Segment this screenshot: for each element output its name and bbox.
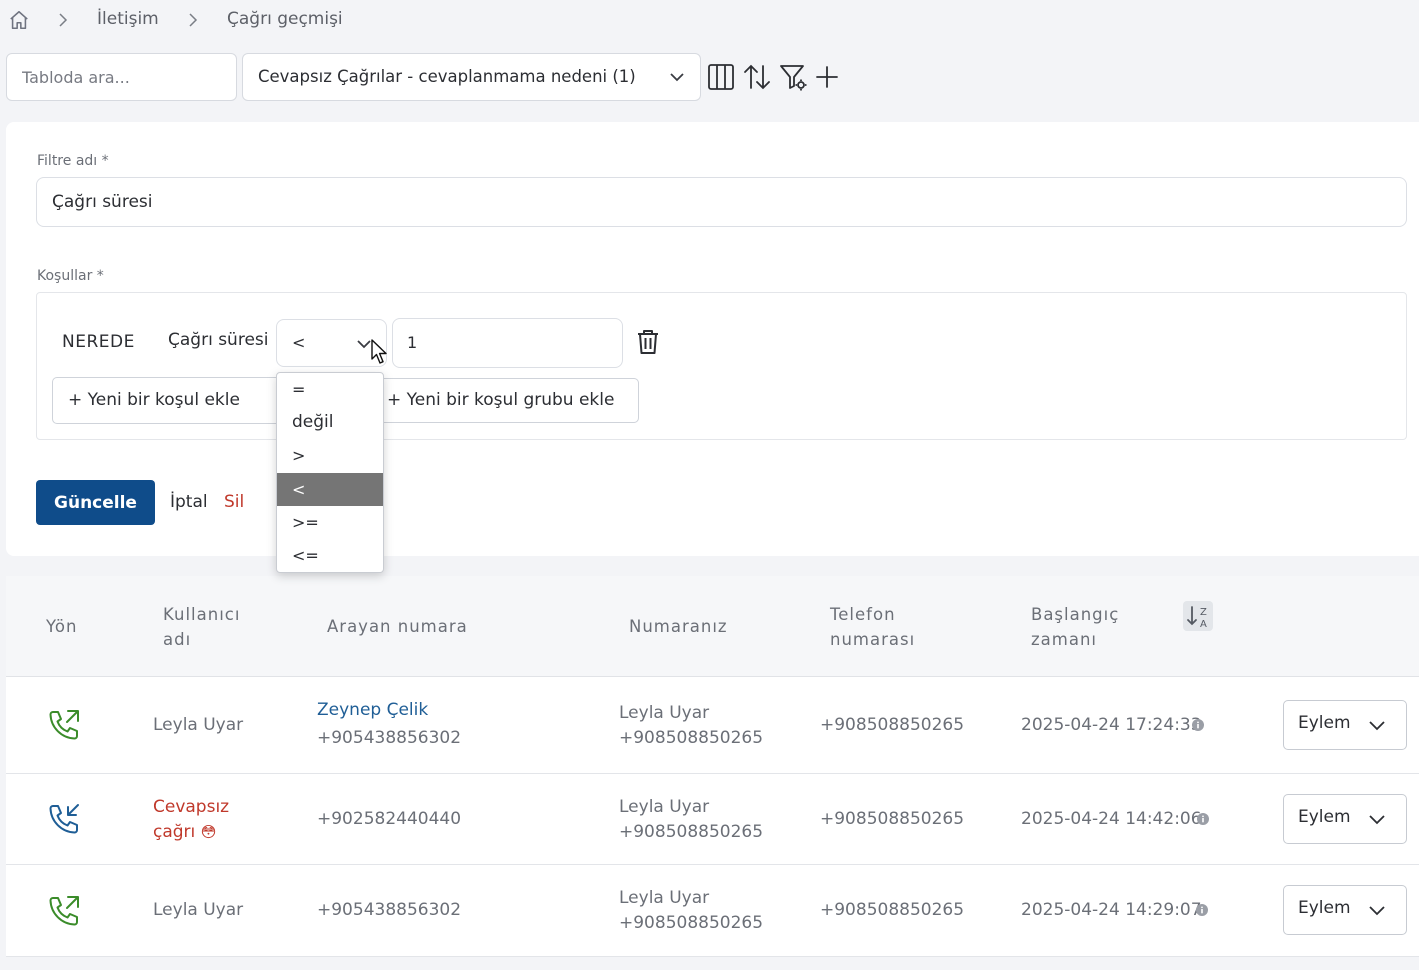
header-direction: Yön bbox=[46, 617, 78, 636]
action-label: Eylem bbox=[1298, 713, 1351, 733]
add-condition-group-label: + Yeni bir koşul grubu ekle bbox=[387, 390, 615, 410]
breadcrumb-item-cagri-gecmisi: Çağrı geçmişi bbox=[227, 9, 343, 29]
chevron-down-icon bbox=[1369, 815, 1385, 825]
chevron-right-icon bbox=[189, 13, 198, 27]
add-condition-group-button[interactable]: + Yeni bir koşul grubu ekle bbox=[372, 378, 639, 423]
operator-option-gte[interactable]: >= bbox=[277, 506, 383, 539]
chevron-down-icon bbox=[1369, 721, 1385, 731]
header-your-number: Numaranız bbox=[629, 617, 728, 636]
chevron-down-icon bbox=[357, 340, 371, 349]
row-phone: +908508850265 bbox=[820, 715, 965, 735]
row-start-time: 2025-04-24 17:24:33 bbox=[1021, 715, 1202, 735]
add-condition-button[interactable]: + Yeni bir koşul ekle bbox=[52, 377, 292, 424]
action-dropdown-button[interactable]: Eylem bbox=[1283, 700, 1407, 750]
operator-option-lt[interactable]: < bbox=[277, 473, 383, 506]
breadcrumb: İletişim Çağrı geçmişi bbox=[0, 0, 700, 42]
operator-select-value: < bbox=[292, 333, 306, 352]
row-phone: +908508850265 bbox=[820, 900, 965, 920]
breadcrumb-item-iletisim[interactable]: İletişim bbox=[97, 9, 159, 29]
row-username-missed: Cevapsız çağrı 😳 bbox=[153, 797, 230, 842]
filter-name-value: Çağrı süresi bbox=[52, 192, 153, 212]
caller-contact-link[interactable]: Zeynep Çelik bbox=[317, 698, 461, 723]
info-icon[interactable] bbox=[1196, 904, 1208, 916]
table-search-box bbox=[6, 53, 237, 101]
filter-name-label: Filtre adı * bbox=[37, 153, 109, 169]
row-your-number: Leyla Uyar +908508850265 bbox=[619, 703, 764, 748]
header-start-time: Başlangıç zamanı bbox=[1031, 605, 1120, 649]
condition-value: 1 bbox=[407, 333, 418, 352]
caller-number: +905438856302 bbox=[317, 728, 462, 748]
columns-icon[interactable] bbox=[706, 62, 736, 92]
row-username: Leyla Uyar bbox=[153, 900, 244, 920]
row-phone: +908508850265 bbox=[820, 809, 965, 829]
operator-option-not[interactable]: değil bbox=[277, 406, 383, 439]
action-dropdown-button[interactable]: Eylem bbox=[1283, 885, 1407, 935]
flushed-face-emoji-icon: 😳 bbox=[200, 823, 217, 841]
operator-option-eq[interactable]: = bbox=[277, 373, 383, 406]
info-icon[interactable] bbox=[1197, 813, 1209, 825]
cancel-button[interactable]: İptal bbox=[170, 492, 208, 512]
condition-field-label[interactable]: Çağrı süresi bbox=[168, 330, 268, 350]
row-username: Leyla Uyar bbox=[153, 715, 244, 735]
svg-text:A: A bbox=[1200, 619, 1207, 630]
filter-settings-icon[interactable] bbox=[778, 62, 808, 92]
row-your-number: Leyla Uyar +908508850265 bbox=[619, 888, 764, 933]
add-condition-label: + Yeni bir koşul ekle bbox=[68, 390, 240, 410]
filter-name-input[interactable]: Çağrı süresi bbox=[36, 177, 1407, 227]
sort-icon[interactable] bbox=[742, 62, 772, 92]
row-your-number: Leyla Uyar +908508850265 bbox=[619, 797, 764, 842]
header-caller-number: Arayan numara bbox=[327, 617, 468, 636]
trash-icon[interactable] bbox=[635, 328, 661, 356]
action-label: Eylem bbox=[1298, 807, 1351, 827]
row-caller: Zeynep Çelik +905438856302 bbox=[317, 698, 461, 751]
row-start-time: 2025-04-24 14:42:06 bbox=[1021, 809, 1202, 829]
outgoing-call-icon bbox=[49, 896, 79, 926]
saved-view-label: Cevapsız Çağrılar - cevaplanmama nedeni … bbox=[258, 67, 636, 86]
row-start-time: 2025-04-24 14:29:07 bbox=[1021, 900, 1202, 920]
update-button[interactable]: Güncelle bbox=[36, 480, 155, 525]
outgoing-call-icon bbox=[49, 710, 79, 740]
cursor-pointer-icon bbox=[371, 339, 387, 364]
action-label: Eylem bbox=[1298, 898, 1351, 918]
chevron-down-icon bbox=[1369, 906, 1385, 916]
chevron-right-icon bbox=[59, 13, 68, 27]
action-dropdown-button[interactable]: Eylem bbox=[1283, 794, 1407, 844]
operator-option-lte[interactable]: <= bbox=[277, 539, 383, 572]
svg-text:Z: Z bbox=[1200, 607, 1207, 618]
info-icon[interactable] bbox=[1192, 719, 1204, 731]
plus-icon[interactable] bbox=[812, 62, 842, 92]
operator-dropdown-menu: = değil > < >= <= bbox=[276, 372, 384, 573]
sort-az-icon[interactable]: ZA bbox=[1183, 601, 1213, 631]
conditions-label: Koşullar * bbox=[37, 268, 104, 284]
incoming-call-icon bbox=[49, 804, 79, 834]
saved-view-select[interactable]: Cevapsız Çağrılar - cevaplanmama nedeni … bbox=[242, 53, 701, 101]
where-label: NEREDE bbox=[62, 332, 135, 352]
caller-number: +902582440440 bbox=[317, 809, 462, 829]
table-search-input[interactable] bbox=[7, 54, 236, 100]
condition-value-input[interactable]: 1 bbox=[392, 318, 623, 368]
header-phone-number: Telefon numarası bbox=[830, 605, 916, 649]
delete-button[interactable]: Sil bbox=[224, 492, 244, 512]
chevron-down-icon bbox=[670, 73, 684, 82]
operator-option-gt[interactable]: > bbox=[277, 439, 383, 472]
home-icon[interactable] bbox=[8, 9, 30, 31]
caller-number: +905438856302 bbox=[317, 900, 462, 920]
header-username: Kullanıcı adı bbox=[163, 605, 241, 649]
